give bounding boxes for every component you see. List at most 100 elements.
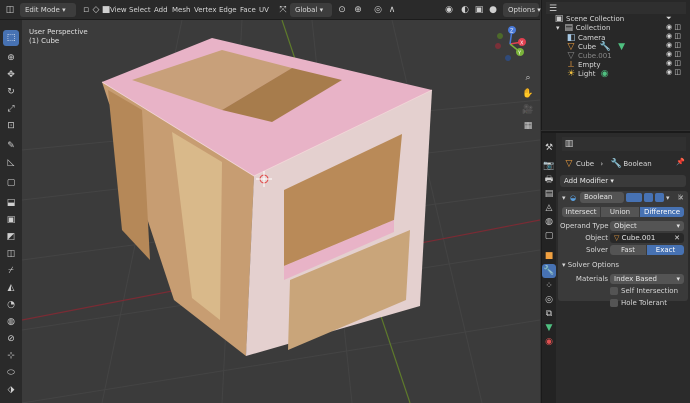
tool-shelf: ⬚ ⊕ ✥ ↻ ⤢ ⊡ ✎ ◺ ▢ ⬓ ▣ ◩ ◫ ⌿ ◭ ◔ ◍ ⊘ ⊹ ⬭ … (0, 20, 22, 403)
measure-icon[interactable]: ◺ (3, 155, 19, 171)
shading-solid-icon[interactable]: ● (486, 3, 500, 17)
proportional-edit-icon[interactable]: ◎ (371, 3, 385, 17)
spin-icon[interactable]: ◔ (3, 297, 19, 313)
object-picker-field[interactable]: ▽ Cube.001 ✕ (610, 233, 684, 243)
wrench-icon: 🔧 (610, 159, 622, 169)
physics-tab-icon[interactable]: ◎ (542, 293, 556, 307)
operation-intersect-button[interactable]: Intersect (562, 207, 600, 217)
options-label: Options (508, 6, 536, 14)
materials-dropdown[interactable]: Index Based ▾ (610, 274, 684, 284)
falloff-icon[interactable]: ∧ (385, 3, 399, 17)
inset-icon[interactable]: ▣ (3, 212, 19, 228)
visibility-icon[interactable]: ◉ (442, 3, 456, 17)
constraints-tab-icon[interactable]: ⧉ (542, 307, 556, 321)
tool-tab-icon[interactable]: ⚒ (542, 141, 556, 155)
clear-icon[interactable]: ✕ (674, 233, 680, 243)
rotate-icon[interactable]: ↻ (3, 84, 19, 100)
editor-type-icon: ▥ (564, 139, 574, 149)
solver-label: Solver (586, 246, 608, 254)
edit-mode-toggle-icon[interactable] (626, 193, 642, 202)
navigation-gizmo[interactable]: X Y Z (495, 26, 526, 61)
perspective-toggle-icon[interactable]: ▦ (520, 118, 536, 134)
operand-type-value: Object (614, 222, 637, 230)
scene-tab-icon[interactable]: ◬ (542, 201, 556, 215)
particles-tab-icon[interactable]: ⁘ (542, 279, 556, 293)
object-tab-icon[interactable]: ■ (542, 249, 556, 263)
poly-build-icon[interactable]: ◭ (3, 280, 19, 296)
3d-viewport[interactable]: X Y Z User Perspective (1) Cube ⌕ ✋ 🎥 ▦ (22, 20, 540, 403)
expand-chevron-icon[interactable]: ▾ (556, 24, 560, 32)
properties-panel: ⚒ 📷 🖶 ▤ ◬ ◍ ▢ ■ 🔧 ⁘ ◎ ⧉ ▼ ◉ ▥ ▽ Cube › 🔧B… (541, 131, 690, 403)
menu-view[interactable]: View (110, 3, 127, 17)
data-tab-icon[interactable]: ▼ (542, 321, 556, 335)
operation-difference-button[interactable]: Difference (640, 207, 684, 217)
bevel-icon[interactable]: ◩ (3, 229, 19, 245)
mesh-object-icon: ▽ (614, 234, 622, 242)
modifier-tab-icon[interactable]: 🔧 (542, 264, 556, 278)
render-tab-icon[interactable]: 📷 (542, 159, 556, 173)
modifier-menu-chevron-icon[interactable]: ▾ (666, 193, 670, 203)
material-tab-icon[interactable]: ◉ (542, 335, 556, 349)
viewport-canvas: X Y Z (22, 20, 540, 403)
orientation-label: Global (295, 6, 318, 14)
object-icon: ▽ (565, 159, 573, 169)
add-modifier-button[interactable]: Add Modifier ▾ (560, 175, 686, 187)
select-box-icon[interactable]: ⬚ (3, 30, 19, 46)
operand-type-dropdown[interactable]: Object ▾ (610, 221, 684, 231)
rip-icon[interactable]: ⬗ (3, 382, 19, 398)
editor-type-icon[interactable]: ◫ (3, 3, 17, 17)
knife-icon[interactable]: ⌿ (3, 263, 19, 279)
menu-select[interactable]: Select (129, 3, 151, 17)
move-icon[interactable]: ✥ (3, 67, 19, 83)
panel-collapse-icon[interactable]: ▾ (562, 193, 566, 203)
edge-slide-icon[interactable]: ⊘ (3, 331, 19, 347)
menu-vertex[interactable]: Vertex (194, 3, 217, 17)
shrink-icon[interactable]: ⊹ (3, 348, 19, 364)
collection-tab-icon[interactable]: ▢ (542, 229, 556, 243)
scale-icon[interactable]: ⤢ (3, 101, 19, 117)
annotate-icon[interactable]: ✎ (3, 138, 19, 154)
pan-icon[interactable]: ✋ (520, 86, 536, 102)
zoom-icon[interactable]: ⌕ (520, 70, 536, 86)
menu-mesh[interactable]: Mesh (172, 3, 190, 17)
menu-face[interactable]: Face (240, 3, 256, 17)
extrude-icon[interactable]: ⬓ (3, 195, 19, 211)
operand-type-label: Operand Type (560, 222, 609, 230)
orientation-dropdown[interactable]: Global ▾ (290, 3, 332, 17)
loop-cut-icon[interactable]: ◫ (3, 246, 19, 262)
world-tab-icon[interactable]: ◍ (542, 215, 556, 229)
smooth-icon[interactable]: ◍ (3, 314, 19, 330)
camera-view-icon[interactable]: 🎥 (520, 102, 536, 118)
xray-icon[interactable]: ▣ (472, 3, 486, 17)
self-intersection-label: Self Intersection (621, 287, 679, 295)
shear-icon[interactable]: ⬭ (3, 365, 19, 381)
output-tab-icon[interactable]: 🖶 (542, 173, 556, 187)
cursor-icon[interactable]: ⊕ (3, 50, 19, 66)
self-intersection-checkbox[interactable] (610, 287, 618, 295)
mode-dropdown[interactable]: Edit Mode ▾ (20, 3, 76, 17)
pivot-icon[interactable]: ⊙ (335, 3, 349, 17)
add-cube-icon[interactable]: ▢ (3, 175, 19, 191)
menu-add[interactable]: Add (154, 3, 168, 17)
view-layer-tab-icon[interactable]: ▤ (542, 187, 556, 201)
transform-icon[interactable]: ⊡ (3, 118, 19, 134)
overlay-icon[interactable]: ◐ (458, 3, 472, 17)
breadcrumb-modifier: Boolean (623, 160, 652, 168)
solver-exact-button[interactable]: Exact (647, 245, 684, 255)
hole-tolerant-checkbox[interactable] (610, 299, 618, 307)
menu-uv[interactable]: UV (259, 3, 269, 17)
solver-options-subpanel[interactable]: ▾ Solver Options (562, 260, 619, 270)
menu-edge[interactable]: Edge (219, 3, 237, 17)
solver-fast-button[interactable]: Fast (610, 245, 646, 255)
properties-search-bar[interactable]: ▥ (562, 137, 686, 151)
render-toggle-icon[interactable] (655, 193, 664, 202)
breadcrumb-object: Cube (576, 160, 595, 168)
light-visibility-icon[interactable]: ◉ ◫ (666, 67, 681, 77)
drag-handle-icon[interactable]: ⠿ (677, 193, 682, 203)
pin-icon[interactable]: 📌 (676, 157, 685, 167)
realtime-toggle-icon[interactable] (644, 193, 653, 202)
operation-union-button[interactable]: Union (601, 207, 639, 217)
snap-icon[interactable]: ⊕ (351, 3, 365, 17)
modifier-name-field[interactable]: Boolean (580, 192, 624, 203)
options-dropdown[interactable]: Options ▾ (503, 3, 541, 17)
